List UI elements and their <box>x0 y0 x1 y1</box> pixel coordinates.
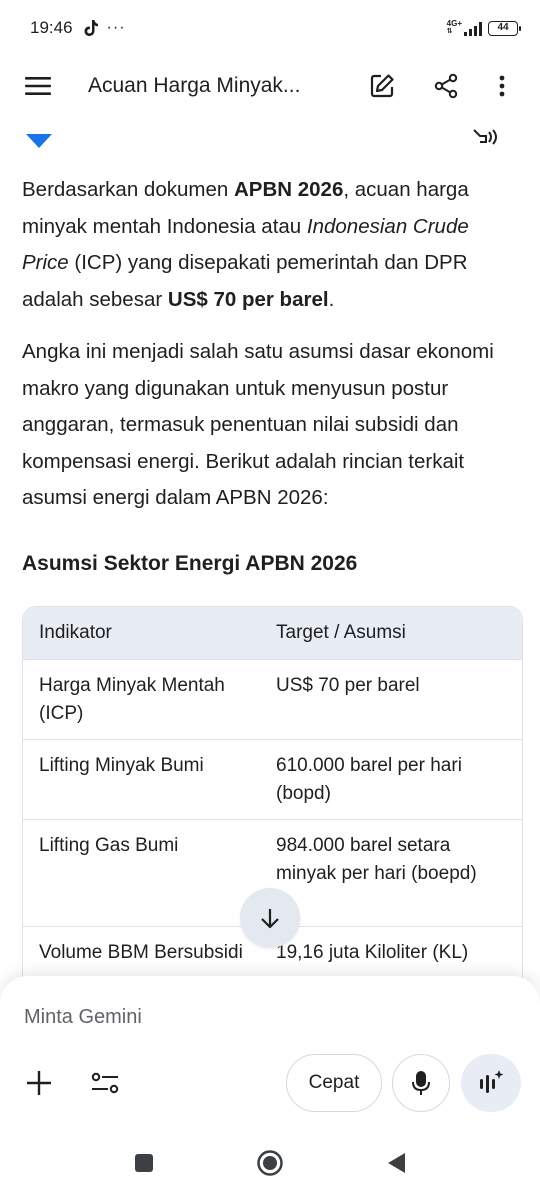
app-bar-actions <box>350 56 540 116</box>
app-bar: Acuan Harga Minyak... <box>0 56 540 116</box>
arrow-down-icon <box>261 909 279 929</box>
tools-button[interactable] <box>84 1054 126 1112</box>
battery-indicator: 44 <box>488 20 521 36</box>
hamburger-menu-icon <box>25 77 51 95</box>
mode-selector-chip[interactable]: Cepat <box>286 1054 382 1112</box>
table-header-target: Target / Asumsi <box>276 622 406 643</box>
share-button[interactable] <box>414 56 478 116</box>
more-vert-icon <box>499 75 505 97</box>
table-row: Lifting Minyak Bumi 610.000 barel per ha… <box>23 739 522 819</box>
gemini-live-button[interactable] <box>461 1054 521 1112</box>
table-cell-target: 984.000 barel setara minyak per hari (bo… <box>276 835 477 884</box>
status-bar: 19:46 ··· 4G+ ⇅ 44 <box>0 0 540 56</box>
response-paragraph-1: Berdasarkan dokumen APBN 2026, acuan har… <box>22 172 516 318</box>
speaker-icon <box>473 129 497 145</box>
microphone-icon <box>412 1071 430 1095</box>
composer-toolbar: Cepat <box>0 1054 540 1114</box>
recents-button[interactable] <box>124 1143 164 1183</box>
data-arrows-icon: ⇅ <box>446 28 453 35</box>
signal-bars-icon <box>464 22 482 36</box>
system-navigation-bar <box>0 1126 540 1199</box>
recents-square-icon <box>135 1153 153 1172</box>
back-triangle-icon <box>388 1152 405 1173</box>
response-header-partial <box>26 129 497 148</box>
table-cell-target: US$ 70 per barel <box>276 675 420 696</box>
response-content: Berdasarkan dokumen APBN 2026, acuan har… <box>0 116 540 986</box>
table-cell-indicator: Lifting Gas Bumi <box>39 835 179 856</box>
edit-icon <box>370 74 394 98</box>
status-time: 19:46 <box>30 18 73 37</box>
tiktok-icon <box>84 20 98 36</box>
more-notifications-indicator: ··· <box>106 19 126 36</box>
bold-text: APBN 2026 <box>233 178 344 201</box>
tune-icon <box>91 1072 119 1094</box>
prompt-composer: Minta Gemini Cepat <box>0 976 540 1126</box>
edit-button[interactable] <box>350 56 414 116</box>
scroll-to-bottom-button[interactable] <box>240 888 300 948</box>
network-type-label: 4G+ <box>446 19 462 28</box>
bold-text: US$ 70 per barel <box>167 287 329 311</box>
table-cell-indicator: Harga Minyak Mentah (ICP) <box>39 675 225 724</box>
table-cell-target: 610.000 barel per hari (bopd) <box>276 755 462 804</box>
menu-button[interactable] <box>0 56 76 116</box>
prompt-input[interactable]: Minta Gemini <box>24 1006 142 1029</box>
home-button[interactable] <box>250 1143 290 1183</box>
signal-indicator: 4G+ ⇅ <box>447 20 482 36</box>
text-span: . <box>328 287 335 311</box>
table-header-row: Indikator Target / Asumsi <box>23 607 522 659</box>
status-indicators: 4G+ ⇅ 44 <box>447 20 521 36</box>
plus-icon <box>27 1071 51 1095</box>
gemini-spark-icon <box>26 134 52 148</box>
response-paragraph-2: Angka ini menjadi salah satu asumsi dasa… <box>22 340 494 509</box>
section-heading: Asumsi Sektor Energi APBN 2026 <box>22 552 358 575</box>
share-icon <box>434 73 458 99</box>
voice-input-button[interactable] <box>392 1054 450 1112</box>
text-span: Berdasarkan dokumen <box>22 178 234 201</box>
home-circle-icon <box>257 1149 283 1176</box>
live-waveform-icon <box>480 1070 504 1093</box>
table-header-indicator: Indikator <box>39 622 112 643</box>
back-button[interactable] <box>376 1143 416 1183</box>
more-options-button[interactable] <box>478 56 526 116</box>
conversation-title[interactable]: Acuan Harga Minyak... <box>88 74 328 98</box>
table-row: Harga Minyak Mentah (ICP) US$ 70 per bar… <box>23 659 522 739</box>
add-attachment-button[interactable] <box>18 1054 60 1112</box>
table-cell-indicator: Lifting Minyak Bumi <box>39 755 204 776</box>
